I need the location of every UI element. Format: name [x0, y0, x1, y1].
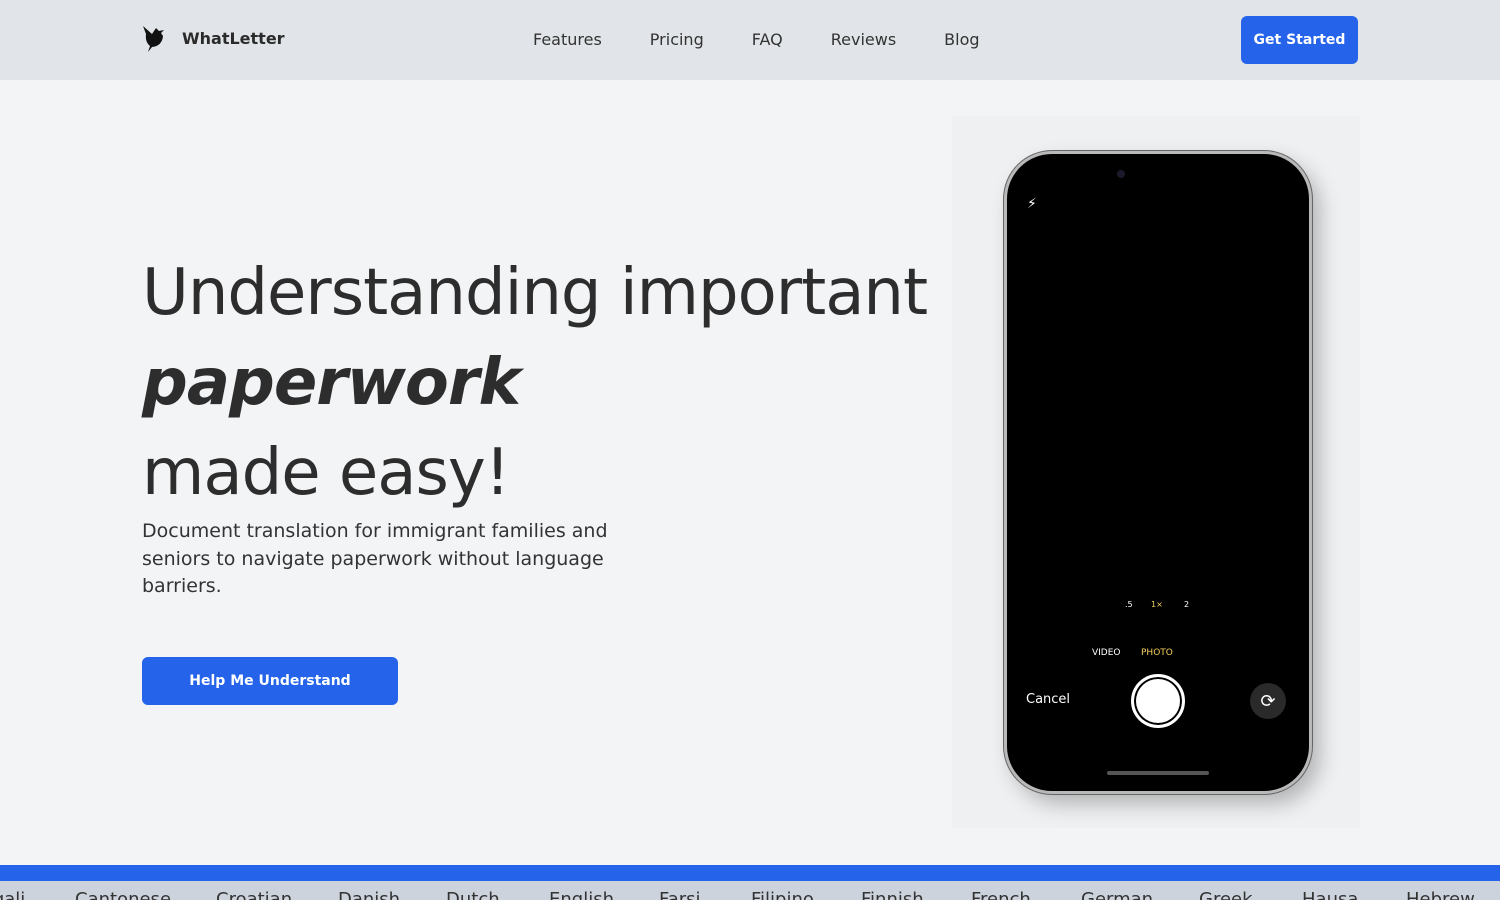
- language-item: Danish: [338, 889, 401, 900]
- headline-emphasis: paperwork: [142, 346, 521, 420]
- language-item: German: [1081, 889, 1154, 900]
- home-indicator: [1107, 771, 1209, 775]
- nav-faq[interactable]: FAQ: [752, 30, 783, 49]
- brand-name: WhatLetter: [182, 28, 285, 48]
- flip-camera-icon: ⟳: [1250, 683, 1286, 719]
- get-started-button[interactable]: Get Started: [1241, 16, 1358, 64]
- language-item: Hebrew: [1406, 889, 1475, 900]
- headline-line-1: Understanding important: [142, 256, 928, 330]
- top-nav: WhatLetter Features Pricing FAQ Reviews …: [0, 0, 1500, 80]
- language-item: Croatian: [216, 889, 293, 900]
- nav-reviews[interactable]: Reviews: [831, 30, 896, 49]
- language-item: Bengali: [0, 889, 26, 900]
- front-camera: [1117, 170, 1125, 178]
- language-item: Finnish: [861, 889, 924, 900]
- flash-icon: ⚡: [1027, 196, 1037, 212]
- hero-subtitle: Document translation for immigrant famil…: [142, 520, 608, 597]
- accent-band: [0, 865, 1500, 881]
- language-ticker: Bengali Cantonese Croatian Danish Dutch …: [0, 881, 1500, 900]
- mode-video: VIDEO: [1092, 648, 1121, 658]
- nav-features[interactable]: Features: [533, 30, 602, 49]
- hero-headline: Understanding important paperwork made e…: [142, 248, 928, 518]
- language-item: Dutch: [446, 889, 500, 900]
- logo[interactable]: WhatLetter: [142, 22, 285, 54]
- help-me-understand-button[interactable]: Help Me Understand: [142, 657, 398, 705]
- zoom-1x: 1×: [1151, 600, 1163, 609]
- language-item: English: [549, 889, 614, 900]
- language-item: French: [971, 889, 1031, 900]
- language-item: Greek: [1199, 889, 1253, 900]
- zoom-0-5: .5: [1125, 600, 1133, 609]
- language-item: Hausa: [1302, 889, 1359, 900]
- headline-line-3: made easy!: [142, 436, 510, 510]
- language-item: Filipino: [751, 889, 814, 900]
- zoom-2: 2: [1184, 600, 1190, 609]
- nav-blog[interactable]: Blog: [944, 30, 979, 49]
- nav-pricing[interactable]: Pricing: [650, 30, 704, 49]
- cancel-label: Cancel: [1026, 692, 1071, 707]
- phone-mockup: ⚡ .5 1× 2 VIDEO PHOTO Cancel ⟳: [1004, 151, 1312, 794]
- dove-icon: [143, 26, 164, 52]
- language-item: Farsi: [659, 889, 701, 900]
- mode-photo: PHOTO: [1141, 648, 1173, 658]
- language-item: Cantonese: [75, 889, 172, 900]
- shutter-icon: [1131, 674, 1185, 728]
